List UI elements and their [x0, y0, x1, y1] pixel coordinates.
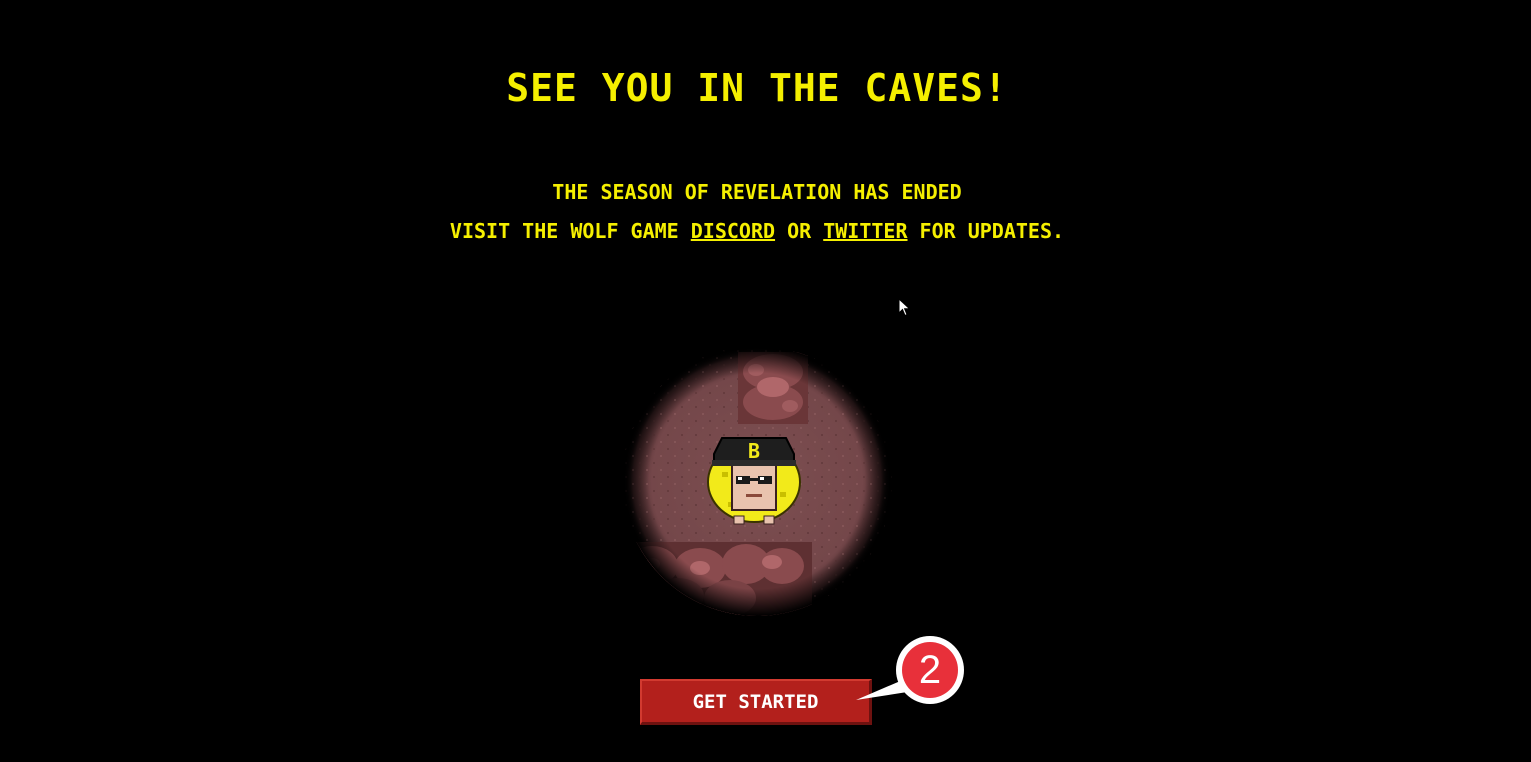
twitter-link[interactable]: TWITTER: [823, 219, 907, 243]
get-started-button[interactable]: GET STARTED: [640, 679, 872, 725]
updates-suffix: FOR UPDATES.: [907, 219, 1065, 243]
cave-scene: B: [622, 346, 892, 616]
step-number-badge: 2: [918, 647, 942, 692]
updates-message: VISIT THE WOLF GAME DISCORD OR TWITTER F…: [0, 219, 1514, 243]
mouse-pointer-icon: [898, 298, 911, 317]
discord-link[interactable]: DISCORD: [691, 219, 775, 243]
updates-prefix: VISIT THE WOLF GAME: [449, 219, 691, 243]
page-title: SEE YOU IN THE CAVES!: [506, 66, 1008, 110]
season-ended-message: THE SEASON OF REVELATION HAS ENDED: [552, 180, 962, 204]
updates-middle: OR: [775, 219, 824, 243]
